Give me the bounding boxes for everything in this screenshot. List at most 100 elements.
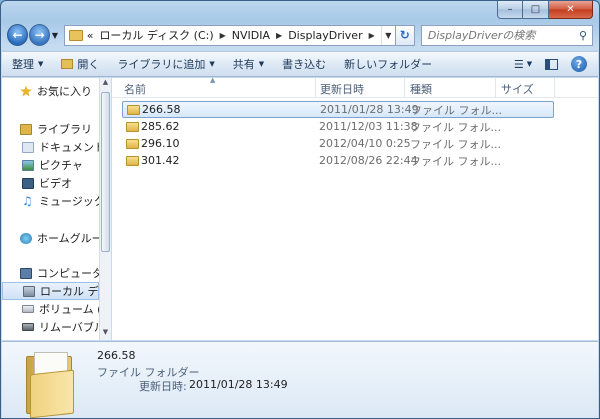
sidebar-item-label: リムーバブル [39,321,99,334]
drive-icon [22,305,34,313]
sidebar-item-label: ローカル ディ [40,285,99,298]
organize-label: 整理 [12,58,34,71]
command-bar: 整理 ▼ 開く ライブラリに追加 ▼ 共有 ▼ 書き込む 新しいフォルダー ☰ ▼ ? [2,51,598,77]
sidebar-item-music[interactable]: ♫ ミュージック [2,192,99,210]
caption-buttons: – □ ✕ [497,1,593,19]
help-button[interactable]: ? [568,55,590,73]
breadcrumb-overflow[interactable]: « [87,29,94,42]
table-row[interactable]: 296.10 2012/04/10 0:25 ファイル フォル... [122,135,554,152]
column-header-size[interactable]: サイズ [501,81,534,97]
folder-icon [126,138,139,149]
column-divider[interactable] [315,78,316,98]
column-header-name[interactable]: 名前 [124,81,146,97]
table-row[interactable]: 285.62 2011/12/03 11:38 ファイル フォル... [122,118,554,135]
sidebar-item-removable[interactable]: リムーバブル [2,318,99,336]
sidebar-item-favorites[interactable]: お気に入り [2,82,99,100]
sidebar-item-videos[interactable]: ビデオ [2,174,99,192]
file-type: ファイル フォル... [410,120,501,134]
table-row[interactable]: 266.58 2011/01/28 13:49 ファイル フォル... [122,101,554,118]
navigation-scrollbar[interactable]: ▲ ▼ [99,78,111,340]
sidebar-item-libraries[interactable]: ライブラリ [2,120,99,138]
file-name: 266.58 [142,103,181,116]
organize-menu[interactable]: 整理 ▼ [12,56,43,72]
homegroup-icon [20,232,32,244]
column-divider[interactable] [495,78,496,98]
explorer-window: – □ ✕ ← → ▼ « ローカル ディスク (C:) ▶ NVIDIA ▶ … [0,0,600,419]
table-row[interactable]: 301.42 2012/08/26 22:44 ファイル フォル... [122,152,554,169]
address-bar[interactable]: « ローカル ディスク (C:) ▶ NVIDIA ▶ DisplayDrive… [63,24,396,46]
sidebar-item-label: ボリューム ( [39,303,99,316]
file-name: 301.42 [141,154,180,167]
burn-button[interactable]: 書き込む [282,56,326,72]
breadcrumb-nvidia[interactable]: NVIDIA [232,29,270,42]
search-icon[interactable]: ⚲ [574,29,592,42]
music-icon: ♫ [22,193,33,208]
maximize-button[interactable]: □ [523,1,549,19]
breadcrumb-displaydriver[interactable]: DisplayDriver [288,29,362,42]
sidebar-item-label: ピクチャ [39,159,83,172]
sidebar-item-label: ライブラリ [37,123,92,136]
pictures-icon [22,159,34,171]
sidebar-item-computer[interactable]: コンピューター [2,264,99,282]
address-dropdown-icon[interactable]: ▼ [380,25,395,45]
change-view-button[interactable]: ☰ ▼ [512,55,534,73]
preview-pane-button[interactable] [540,55,562,73]
sidebar-item-label: コンピューター [37,267,99,280]
sidebar-item-homegroup[interactable]: ホームグループ [2,229,99,247]
share-menu[interactable]: 共有 ▼ [233,56,264,72]
file-type: ファイル フォル... [410,137,501,151]
recent-pages-dropdown[interactable]: ▼ [50,31,60,40]
file-modified: 2012/08/26 22:44 [319,154,418,167]
refresh-button[interactable]: ↻ [395,24,415,46]
documents-icon [22,141,34,153]
scroll-down-icon[interactable]: ▼ [100,328,111,340]
file-type: ファイル フォル... [410,154,501,168]
minimize-button[interactable]: – [497,1,523,19]
new-folder-button[interactable]: 新しいフォルダー [344,56,432,72]
preview-pane-icon [544,58,558,70]
chevron-down-icon: ▼ [38,60,44,68]
details-date-label: 更新日時: [139,380,187,393]
chevron-right-icon[interactable]: ▶ [276,31,282,40]
view-controls: ☰ ▼ ? [506,55,590,73]
sidebar-item-volume[interactable]: ボリューム ( [2,300,99,318]
breadcrumb-local-disk[interactable]: ローカル ディスク (C:) [99,27,213,43]
computer-icon [20,267,32,279]
search-placeholder[interactable]: DisplayDriverの検索 [428,27,574,43]
add-to-library-menu[interactable]: ライブラリに追加 ▼ [117,56,214,72]
sidebar-item-documents[interactable]: ドキュメント [2,138,99,156]
chevron-right-icon[interactable]: ▶ [220,31,226,40]
open-folder-icon [61,59,74,69]
chevron-down-icon: ▼ [258,60,265,68]
navigation-pane: お気に入り ライブラリ ドキュメント ピクチャ ビデオ ♫ ミュージック ホーム… [2,78,99,340]
file-list: ▲ 名前 更新日時 種類 サイズ 266.58 2011/01/28 13:49… [112,76,598,340]
open-button[interactable]: 開く [61,56,99,72]
add-to-library-label: ライブラリに追加 [117,58,206,71]
close-button[interactable]: ✕ [549,1,593,19]
column-divider[interactable] [404,78,405,98]
folder-icon [126,155,139,166]
folder-icon [68,29,83,41]
refresh-icon: ↻ [399,28,410,42]
sidebar-item-label: ホームグループ [37,232,99,245]
file-modified: 2011/12/03 11:38 [319,120,418,133]
view-list-icon: ☰ [513,57,524,71]
scroll-up-icon[interactable]: ▲ [100,78,111,90]
back-button[interactable]: ← [7,24,29,46]
scrollbar-thumb[interactable] [101,92,110,252]
search-box[interactable]: DisplayDriverの検索 ⚲ [420,24,593,46]
forward-button[interactable]: → [29,24,51,46]
details-pane: 266.58 ファイル フォルダー 更新日時: 2011/01/28 13:49 [2,341,598,418]
forward-arrow-icon: → [34,28,45,42]
column-header-type[interactable]: 種類 [410,81,432,97]
sidebar-item-local-disk[interactable]: ローカル ディ [2,282,99,300]
folder-front-shape [30,369,74,418]
open-label: 開く [77,58,100,71]
column-divider[interactable] [554,78,555,98]
sidebar-item-label: ミュージック [39,195,99,208]
chevron-right-icon[interactable]: ▶ [369,31,375,40]
column-header-modified[interactable]: 更新日時 [320,81,364,97]
sidebar-item-pictures[interactable]: ピクチャ [2,156,99,174]
folder-icon [127,104,140,115]
file-type: ファイル フォル... [411,103,502,117]
